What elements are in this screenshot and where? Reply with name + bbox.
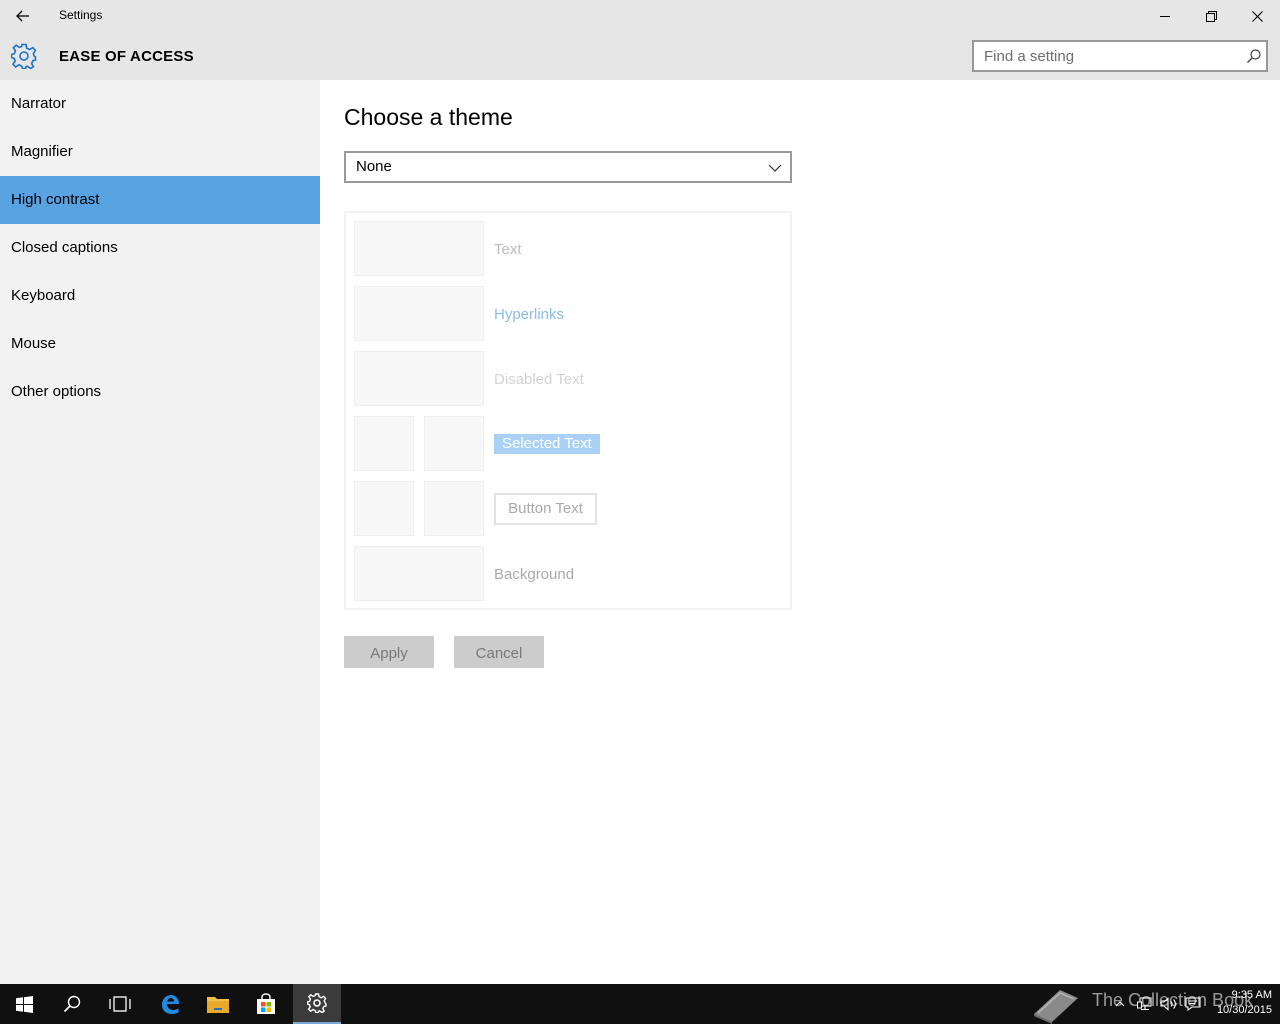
minimize-icon [1159,15,1170,17]
search-input[interactable] [974,42,1234,70]
gear-icon [307,993,327,1013]
search-taskbar-button[interactable] [48,984,96,1024]
button-text-swatch[interactable] [424,481,484,536]
page-title: EASE OF ACCESS [59,48,194,65]
file-explorer-button[interactable] [194,984,242,1024]
sidebar-item-other-options[interactable]: Other options [0,368,320,416]
taskbar: The Collection Book 9:35 AM 10/30/2015 [0,984,1280,1024]
main-content: Choose a theme None Text Hyperlinks Disa… [320,80,1280,984]
chevron-up-icon [1115,1001,1125,1007]
store-icon [257,993,275,1014]
disabled-text-color-label: Disabled Text [494,371,584,388]
selected-text-background-swatch[interactable] [354,416,414,471]
chevron-down-icon [768,164,782,172]
search-icon[interactable] [1246,48,1262,64]
volume-tray-button[interactable] [1158,984,1180,1024]
back-button[interactable] [0,0,46,32]
apply-button[interactable]: Apply [344,636,434,668]
clock-time: 9:35 AM [1231,989,1272,1001]
background-color-label: Background [494,566,575,583]
restore-icon [1205,10,1217,22]
disabled-text-color-swatch[interactable] [354,351,484,406]
theme-dropdown[interactable]: None [344,151,792,183]
network-icon [1137,997,1152,1011]
start-button[interactable] [0,984,48,1024]
clock-date: 10/30/2015 [1216,1004,1272,1016]
selected-text-foreground-swatch[interactable] [424,416,484,471]
sidebar-item-high-contrast[interactable]: High contrast [0,176,320,224]
text-color-label: Text [494,241,522,258]
notification-icon [1185,997,1201,1011]
sidebar-item-closed-captions[interactable]: Closed captions [0,224,320,272]
title-bar: Settings [0,0,1280,32]
back-arrow-icon [16,10,29,22]
page-header: EASE OF ACCESS [0,32,1280,80]
sidebar: Narrator Magnifier High contrast Closed … [0,80,320,984]
hyperlink-color-label: Hyperlinks [494,306,565,323]
store-button[interactable] [242,984,290,1024]
network-tray-button[interactable] [1134,984,1156,1024]
theme-preview: Text Hyperlinks Disabled Text Selected T… [344,211,792,610]
theme-dropdown-value: None [356,158,392,175]
settings-app-button[interactable] [293,984,341,1024]
windows-logo-icon [15,995,33,1013]
speaker-icon [1160,997,1176,1011]
sidebar-item-magnifier[interactable]: Magnifier [0,128,320,176]
search-box[interactable] [972,40,1268,72]
edge-icon [162,995,179,1014]
sidebar-item-narrator[interactable]: Narrator [0,80,320,128]
book-logo-icon [1034,990,1078,1024]
action-center-button[interactable] [1182,984,1204,1024]
cancel-button[interactable]: Cancel [454,636,544,668]
folder-icon [207,997,229,1013]
edge-app-button[interactable] [146,984,194,1024]
sidebar-item-keyboard[interactable]: Keyboard [0,272,320,320]
window-title: Settings [59,8,103,22]
gear-icon [11,43,37,69]
show-hidden-icons-button[interactable] [1112,984,1128,1024]
background-color-swatch[interactable] [354,546,484,601]
button-background-swatch[interactable] [354,481,414,536]
section-heading: Choose a theme [344,104,513,130]
sidebar-item-mouse[interactable]: Mouse [0,320,320,368]
hyperlink-color-swatch[interactable] [354,286,484,341]
selected-text-label: Selected Text [494,434,600,454]
restore-button[interactable] [1188,0,1234,32]
search-icon [63,995,81,1013]
button-text-label: Button Text [494,493,597,525]
task-view-icon [109,996,131,1012]
minimize-button[interactable] [1142,0,1188,32]
text-color-swatch[interactable] [354,221,484,276]
task-view-button[interactable] [96,984,144,1024]
close-icon [1251,10,1263,22]
taskbar-clock[interactable]: 9:35 AM 10/30/2015 [1208,988,1272,1018]
close-button[interactable] [1234,0,1280,32]
